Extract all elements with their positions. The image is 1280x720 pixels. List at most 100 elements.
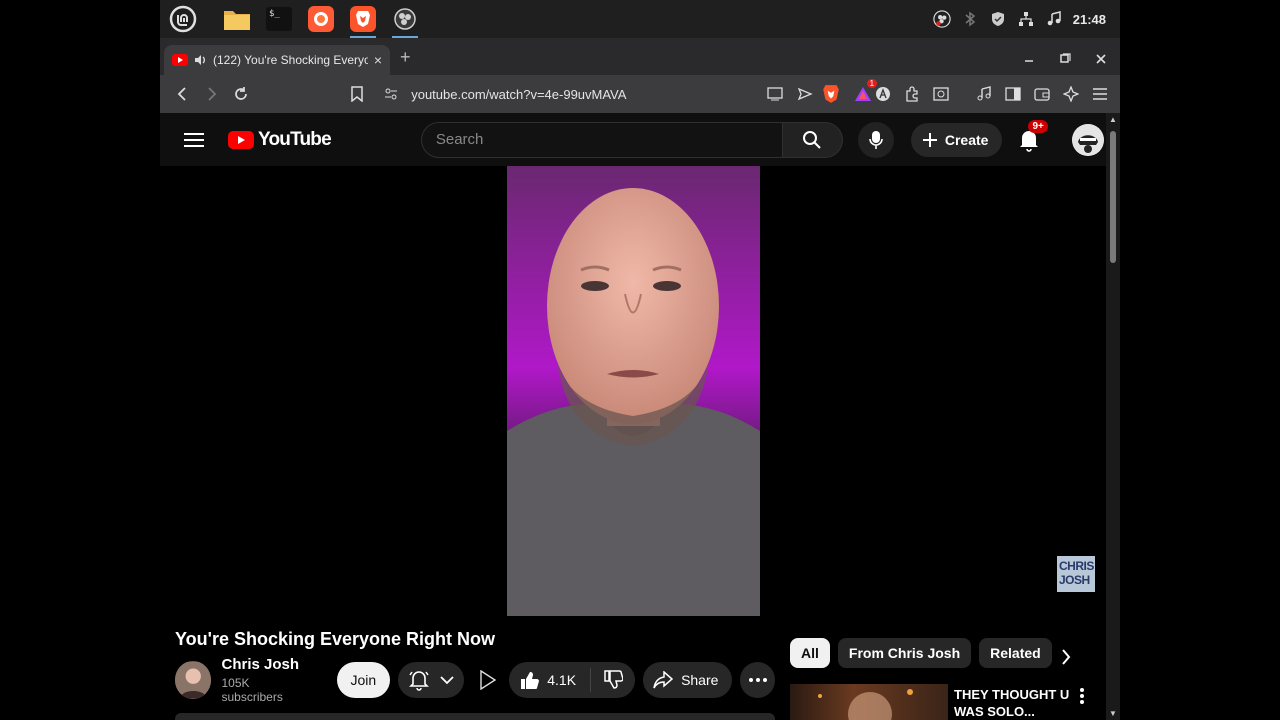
youtube-favicon <box>172 54 188 66</box>
related-filter-chips: All From Chris Josh Related <box>790 638 1052 668</box>
clip-icon[interactable] <box>476 668 499 692</box>
chevron-down-icon <box>440 676 454 685</box>
obs-tray-icon[interactable] <box>933 10 951 28</box>
watermark-line-1: CHRIS <box>1059 559 1094 573</box>
tab-youtube[interactable]: (122) You're Shocking Everyone Right Now… <box>164 45 390 75</box>
scroll-down-arrow-icon[interactable]: ▼ <box>1109 709 1117 718</box>
firefox-icon[interactable] <box>306 4 336 34</box>
mint-menu-icon[interactable] <box>168 4 198 34</box>
new-tab-button[interactable]: + <box>400 47 411 68</box>
dislike-button[interactable] <box>591 670 635 690</box>
bookmark-icon[interactable] <box>347 84 367 104</box>
reload-icon[interactable] <box>230 82 254 106</box>
close-window-icon[interactable] <box>1094 52 1108 66</box>
notification-badge: 9+ <box>1028 119 1048 133</box>
share-button[interactable]: Share <box>643 662 733 698</box>
youtube-logo[interactable]: YouTube <box>228 128 332 151</box>
speaker-icon[interactable] <box>194 54 207 66</box>
url-text[interactable]: youtube.com/watch?v=4e-99uvMAVA <box>411 87 755 102</box>
search-button[interactable] <box>782 121 843 158</box>
notifications-button[interactable]: 9+ <box>1018 119 1048 152</box>
screenshot-icon[interactable] <box>931 84 951 104</box>
join-button[interactable]: Join <box>336 662 391 698</box>
back-icon[interactable] <box>170 82 194 106</box>
recommendation-more-icon[interactable] <box>1080 688 1084 709</box>
thumbs-up-icon <box>521 672 540 689</box>
chip-related[interactable]: Related <box>979 638 1052 668</box>
subscription-bell-button[interactable] <box>398 662 465 698</box>
microphone-icon <box>869 130 883 149</box>
minimize-icon[interactable] <box>1022 52 1036 66</box>
menu-icon[interactable] <box>1090 84 1110 104</box>
network-icon[interactable] <box>1017 10 1035 28</box>
page-scrollbar[interactable]: ▲ ▼ <box>1106 113 1120 720</box>
account-avatar[interactable] <box>1072 123 1105 156</box>
description-box[interactable] <box>175 713 775 720</box>
youtube-logo-mark-icon <box>228 130 254 149</box>
desktop-taskbar: $_ 21:48 <box>160 0 1120 38</box>
video-player[interactable]: CHRIS JOSH <box>160 166 1106 616</box>
bluetooth-icon[interactable] <box>961 10 979 28</box>
audio-icon[interactable] <box>1045 10 1063 28</box>
share-label: Share <box>681 672 719 688</box>
maximize-icon[interactable] <box>1058 52 1072 66</box>
channel-info: Chris Josh 105K subscribers <box>221 656 310 704</box>
site-settings-icon[interactable] <box>381 84 401 104</box>
browser-tab-strip: (122) You're Shocking Everyone Right Now… <box>160 38 1120 75</box>
browser-toolbar: youtube.com/watch?v=4e-99uvMAVA 1 <box>160 75 1120 113</box>
wallet-icon[interactable] <box>1032 84 1052 104</box>
channel-watermark[interactable]: CHRIS JOSH <box>1057 556 1095 592</box>
more-horizontal-icon <box>748 678 767 682</box>
obs-icon[interactable] <box>390 4 420 38</box>
like-dislike-group: 4.1K <box>509 662 636 698</box>
address-bar[interactable]: youtube.com/watch?v=4e-99uvMAVA <box>375 80 821 108</box>
share-icon <box>653 671 674 689</box>
clock[interactable]: 21:48 <box>1073 12 1106 27</box>
scroll-up-arrow-icon[interactable]: ▲ <box>1109 115 1117 124</box>
plus-icon <box>922 132 937 147</box>
extensions-icon[interactable] <box>902 84 922 104</box>
files-icon[interactable] <box>222 4 252 34</box>
more-actions-button[interactable] <box>740 662 775 698</box>
terminal-glyph: $_ <box>266 7 292 31</box>
recommendation-thumbnail[interactable] <box>790 684 948 720</box>
create-label: Create <box>944 131 989 148</box>
watermark-line-2: JOSH <box>1059 573 1090 587</box>
search-icon <box>803 130 822 149</box>
youtube-logo-text: YouTube <box>258 128 332 150</box>
tab-close-icon[interactable]: × <box>374 52 382 68</box>
video-frame[interactable] <box>507 166 760 616</box>
forward-icon[interactable] <box>200 82 224 106</box>
voice-search-button[interactable] <box>857 121 894 158</box>
brave-icon[interactable] <box>348 4 378 38</box>
chevron-right-icon[interactable] <box>1060 648 1072 671</box>
terminal-icon[interactable]: $_ <box>264 4 294 34</box>
media-icon[interactable] <box>974 84 994 104</box>
channel-name[interactable]: Chris Josh <box>221 656 310 673</box>
video-title: You're Shocking Everyone Right Now <box>175 629 495 649</box>
thumbs-down-icon <box>604 670 624 689</box>
chip-from-channel[interactable]: From Chris Josh <box>837 638 972 668</box>
rewards-badge: 1 <box>866 79 878 88</box>
chip-all[interactable]: All <box>790 638 830 668</box>
sidebar-icon[interactable] <box>1003 84 1023 104</box>
translate-extension-icon[interactable] <box>873 84 893 104</box>
search-input[interactable] <box>420 121 783 158</box>
youtube-header: YouTube Create 9+ <box>160 113 1106 166</box>
brave-rewards-icon[interactable]: 1 <box>853 79 878 104</box>
cast-icon[interactable] <box>765 84 785 104</box>
video-person-image <box>507 188 760 616</box>
like-button[interactable]: 4.1K <box>509 668 592 692</box>
bell-ringing-icon <box>409 671 430 691</box>
subscriber-count: 105K subscribers <box>221 676 283 704</box>
scroll-thumb[interactable] <box>1110 131 1116 263</box>
channel-avatar[interactable] <box>175 661 212 699</box>
shield-tray-icon[interactable] <box>989 10 1007 28</box>
like-count: 4.1K <box>547 672 577 688</box>
leo-ai-icon[interactable] <box>1061 84 1081 104</box>
create-button[interactable]: Create <box>910 122 1003 157</box>
brave-shields-icon[interactable] <box>821 84 841 104</box>
recommendation-title[interactable]: THEY THOUGHT U WAS SOLO... THE... <box>954 686 1074 720</box>
send-to-device-icon[interactable] <box>795 84 815 104</box>
guide-menu-icon[interactable] <box>184 132 204 147</box>
